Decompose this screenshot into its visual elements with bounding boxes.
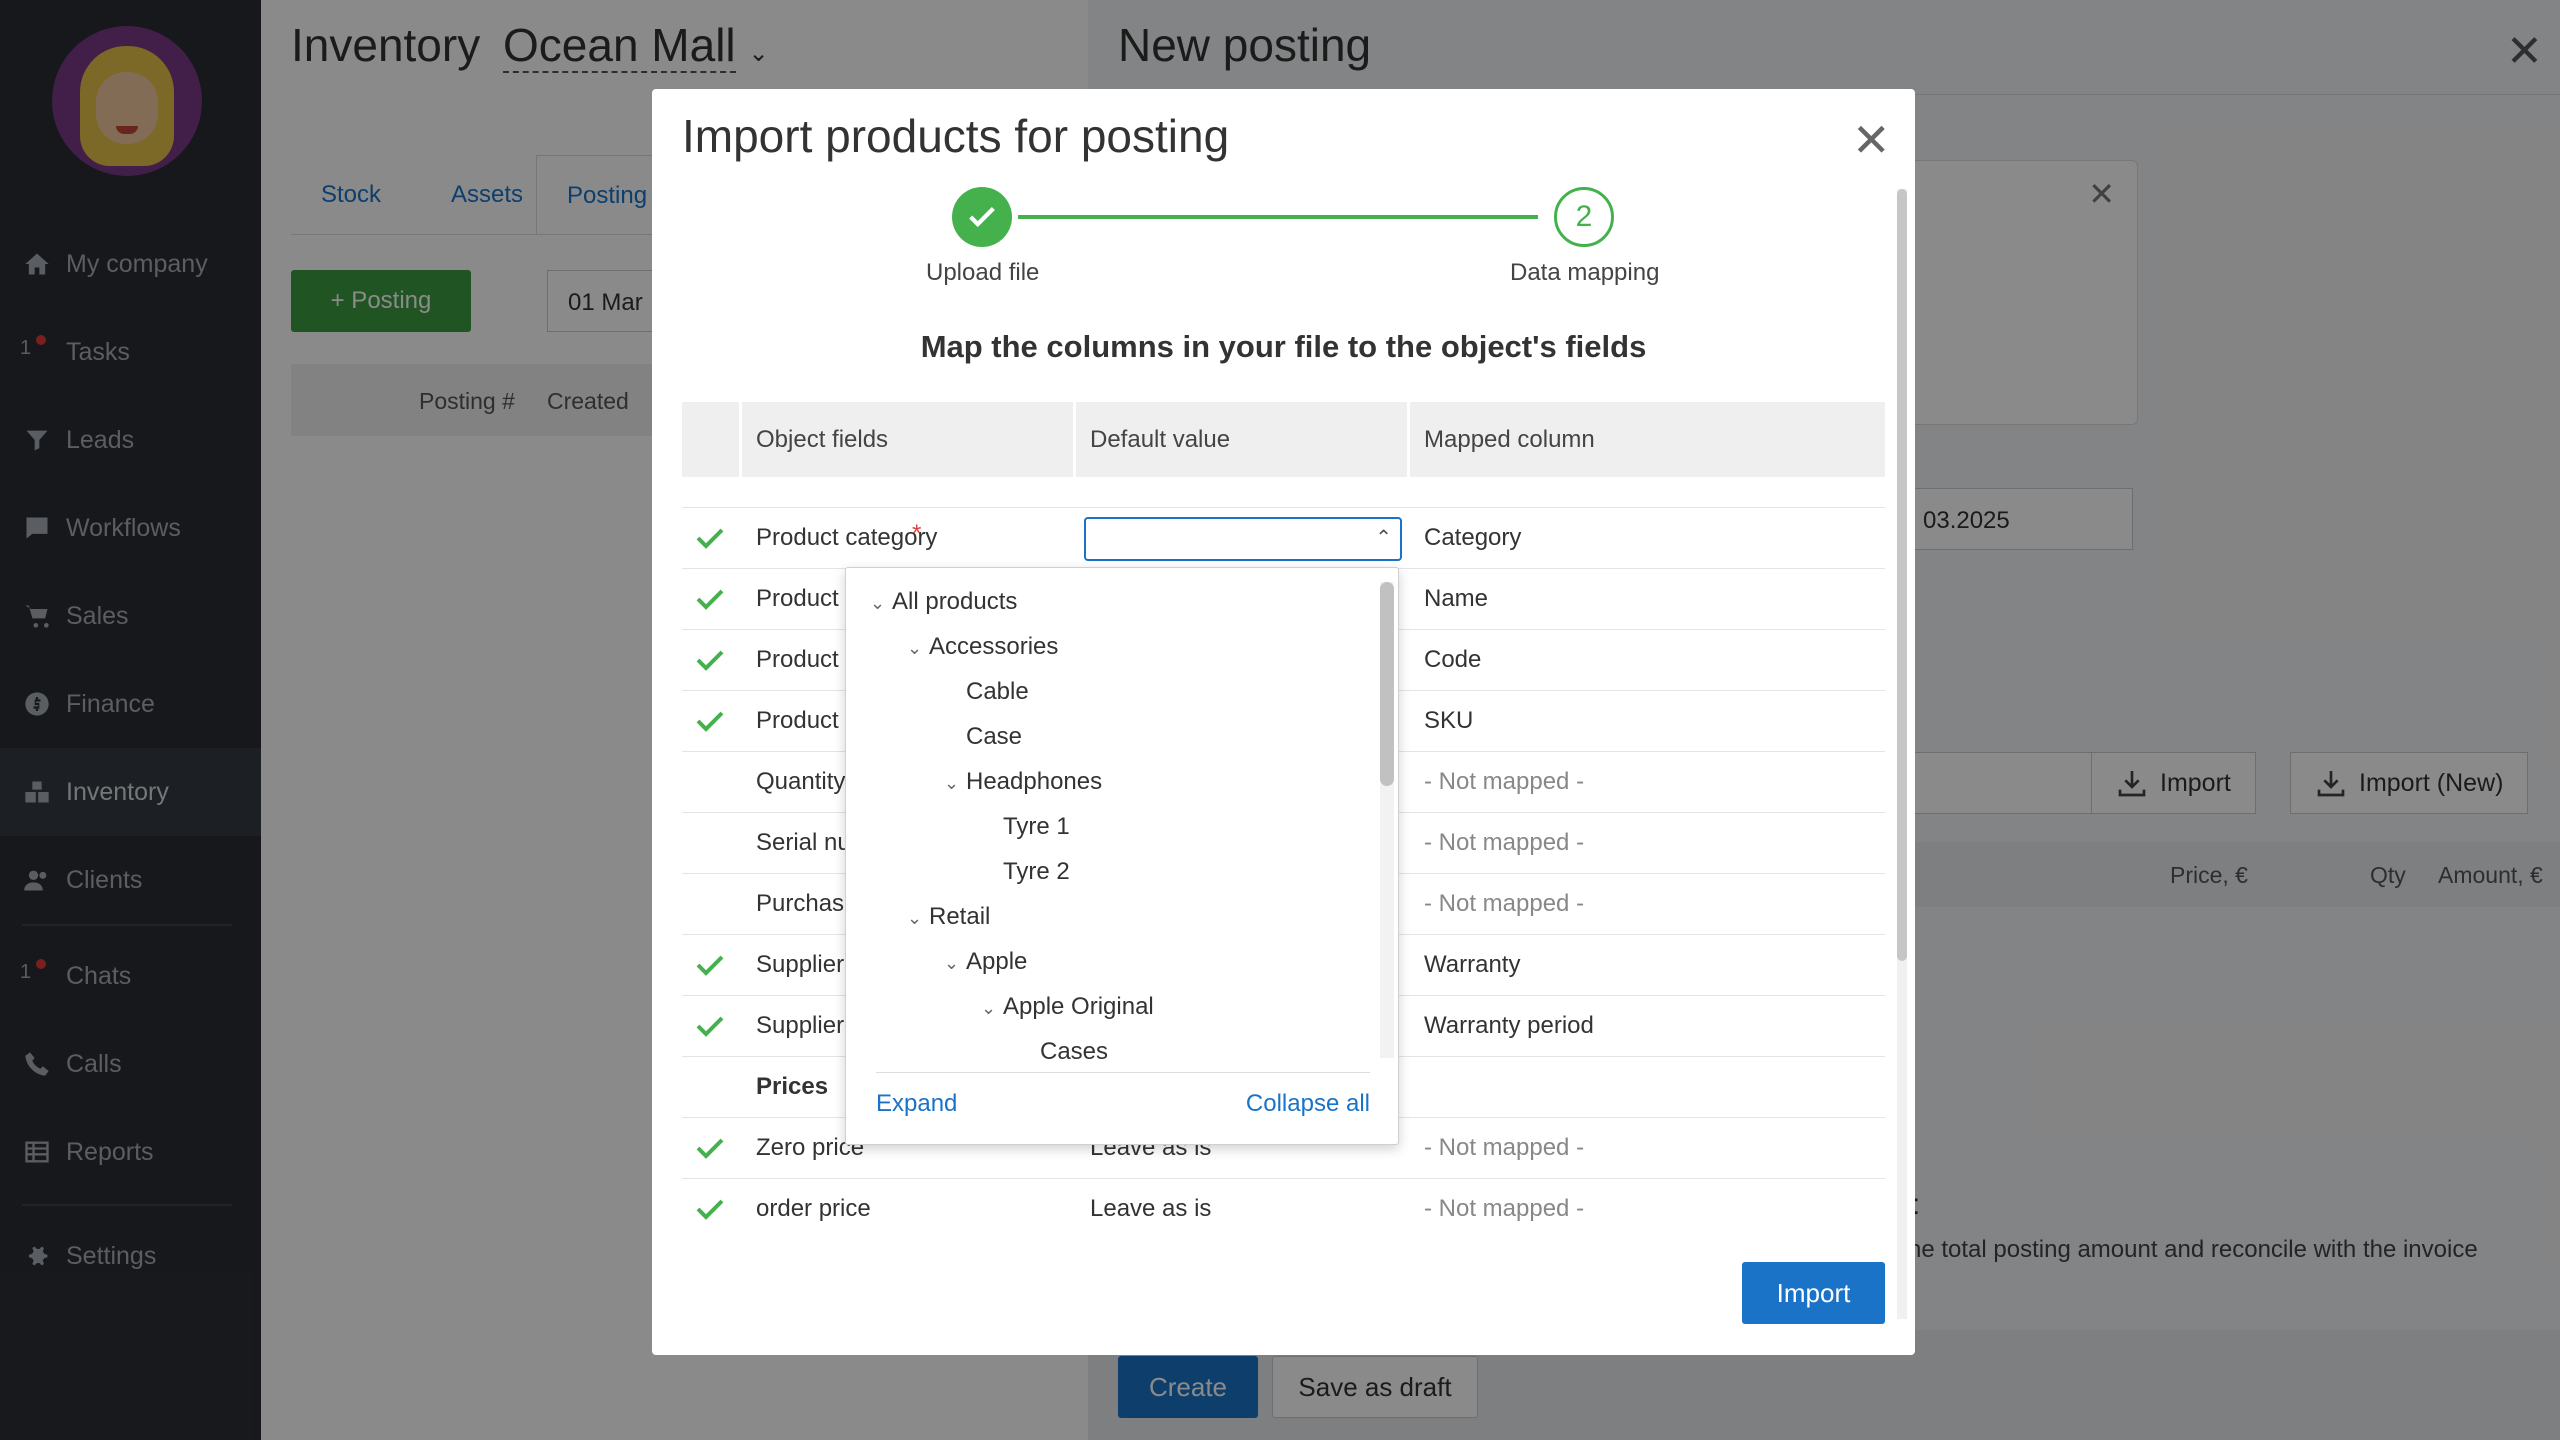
mapping-row: order price Leave as is - Not mapped - xyxy=(682,1178,1885,1239)
object-field-label: Prices xyxy=(756,1073,829,1100)
tree-node-label: Cases xyxy=(1040,1038,1109,1064)
tree-node[interactable]: ⌄ Retail xyxy=(907,903,990,931)
chevron-down-icon[interactable]: ⌄ xyxy=(944,773,966,794)
checkmark-icon xyxy=(696,1199,724,1220)
mapped-column[interactable]: - Not mapped - xyxy=(1424,768,1584,796)
stepper-progress-line xyxy=(1018,215,1538,219)
object-field-label: Supplier xyxy=(756,1012,845,1039)
mapping-heading: Map the columns in your file to the obje… xyxy=(920,329,1647,364)
checkmark-icon xyxy=(696,955,724,976)
mapped-column[interactable]: - Not mapped - xyxy=(1424,1195,1584,1223)
tree-node[interactable]: Tyre 2 xyxy=(981,858,1070,886)
tree-node-label: Cable xyxy=(966,678,1029,705)
tree-node[interactable]: Cases xyxy=(1018,1038,1108,1064)
chevron-down-icon[interactable]: ⌄ xyxy=(907,638,929,659)
tree-node[interactable]: Tyre 1 xyxy=(981,813,1070,841)
column-header: Default value xyxy=(1076,402,1410,477)
step-upload-complete xyxy=(952,187,1012,247)
import-submit-button[interactable]: Import xyxy=(1742,1262,1885,1324)
dropdown-scrollbar[interactable] xyxy=(1380,582,1394,1058)
step-label: Data mapping xyxy=(1510,259,1660,286)
chevron-down-icon[interactable]: ⌄ xyxy=(870,593,892,614)
check-column-header xyxy=(682,402,742,477)
tree-node[interactable]: Case xyxy=(944,723,1022,751)
checkmark-icon xyxy=(696,711,724,732)
category-tree: ⌄ All products ⌄ Accessories Cable Case ⌄ Headp… xyxy=(846,568,1376,1064)
step-label: Upload file xyxy=(926,259,1040,286)
tree-node[interactable]: ⌄ Apple xyxy=(944,948,1027,976)
object-field-label: order price xyxy=(756,1195,871,1222)
tree-node[interactable]: ⌄ Apple Original xyxy=(981,993,1154,1021)
step-data-mapping: 2 xyxy=(1554,187,1614,247)
category-tree-dropdown: ⌄ All products ⌄ Accessories Cable Case ⌄ Headp… xyxy=(845,567,1399,1145)
required-asterisk: * xyxy=(912,520,922,547)
object-field-label: Product xyxy=(756,707,839,734)
collapse-all-link[interactable]: Collapse all xyxy=(1246,1090,1370,1118)
scrollbar-thumb[interactable] xyxy=(1380,582,1394,786)
expand-link[interactable]: Expand xyxy=(876,1090,957,1118)
chevron-down-icon[interactable]: ⌄ xyxy=(944,953,966,974)
mapped-column[interactable]: - Not mapped - xyxy=(1424,1134,1584,1162)
chevron-down-icon[interactable]: ⌄ xyxy=(907,908,929,929)
close-icon[interactable]: ✕ xyxy=(1852,113,1891,167)
tree-node[interactable]: Cable xyxy=(944,678,1029,706)
dropdown-divider xyxy=(876,1072,1370,1073)
checkmark-icon xyxy=(696,1138,724,1159)
checkmark-icon xyxy=(696,528,724,549)
column-header: Mapped column xyxy=(1424,426,1595,453)
object-field-label: Purchase xyxy=(756,890,858,917)
modal-title: Import products for posting xyxy=(682,110,1230,162)
tree-node-label: All products xyxy=(892,588,1018,615)
scrollbar-thumb[interactable] xyxy=(1897,189,1907,961)
tree-node[interactable]: ⌄ All products xyxy=(870,588,1017,616)
tree-node-label: Tyre 2 xyxy=(1003,858,1070,885)
object-field-label: Product category xyxy=(756,524,938,551)
column-header: Object fields xyxy=(742,402,1076,477)
checkmark-icon xyxy=(969,206,995,228)
chevron-up-icon: ⌃ xyxy=(1375,527,1392,549)
mapped-column[interactable]: Code xyxy=(1424,646,1481,674)
tree-node-label: Retail xyxy=(929,903,991,930)
mapped-column[interactable]: Category xyxy=(1424,524,1521,552)
mapped-column[interactable]: - Not mapped - xyxy=(1424,890,1584,918)
tree-node-label: Accessories xyxy=(929,633,1059,660)
chevron-down-icon[interactable]: ⌄ xyxy=(981,998,1003,1019)
tree-node-label: Case xyxy=(966,723,1023,750)
checkmark-icon xyxy=(696,589,724,610)
object-field-label: Product xyxy=(756,646,839,673)
object-field-label: Supplier xyxy=(756,951,845,978)
object-field-label: Serial nu xyxy=(756,829,851,856)
mapped-column[interactable]: SKU xyxy=(1424,707,1473,735)
tree-node-label: Tyre 1 xyxy=(1003,813,1070,840)
modal-scrollbar[interactable] xyxy=(1897,189,1907,1319)
mapped-column[interactable]: Name xyxy=(1424,585,1488,613)
tree-node-label: Apple xyxy=(966,948,1028,975)
mapping-table-header: Object fields Default value Mapped colum… xyxy=(682,402,1885,477)
tree-node[interactable]: ⌄ Headphones xyxy=(944,768,1102,796)
checkmark-icon xyxy=(696,650,724,671)
object-field-label: Quantity xyxy=(756,768,846,795)
mapped-column[interactable]: Warranty period xyxy=(1424,1012,1594,1040)
tree-node[interactable]: ⌄ Accessories xyxy=(907,633,1058,661)
default-value[interactable]: Leave as is xyxy=(1090,1195,1211,1223)
object-field-label: Product xyxy=(756,585,839,612)
product-category-default-input[interactable]: ⌃ xyxy=(1084,517,1402,561)
mapped-column[interactable]: - Not mapped - xyxy=(1424,829,1584,857)
checkmark-icon xyxy=(696,1016,724,1037)
tree-node-label: Headphones xyxy=(966,768,1103,795)
mapped-column[interactable]: Warranty xyxy=(1424,951,1520,979)
tree-node-label: Apple Original xyxy=(1003,993,1154,1020)
